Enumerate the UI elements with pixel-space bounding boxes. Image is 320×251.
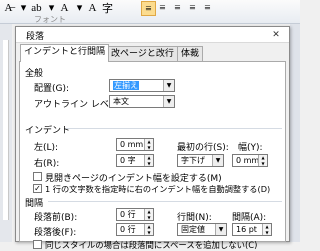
indent-left-value: 0 mm: [120, 140, 144, 149]
spin-arrows-icon[interactable]: ▲ ▼: [144, 155, 153, 166]
general-heading: 全般: [25, 69, 44, 79]
tab-line-page-breaks[interactable]: 改ページと改行: [107, 46, 178, 61]
align-right-icon[interactable]: ≡: [171, 1, 184, 14]
indent-divider: [66, 128, 282, 129]
highlight-dropdown-icon[interactable]: ▾: [45, 1, 58, 14]
spacing-at-label: 間隔(A):: [232, 213, 267, 223]
spin-arrows-icon[interactable]: ▲ ▼: [144, 209, 153, 220]
first-line-select[interactable]: 字下げ ▼: [177, 154, 224, 167]
outline-level-value: 本文: [113, 97, 129, 106]
alignment-value: 左揃え: [113, 81, 139, 90]
spacing-heading: 間隔: [25, 199, 44, 209]
indent-left-label: 左(L):: [34, 143, 59, 153]
spin-arrows-icon[interactable]: ▲ ▼: [258, 155, 267, 166]
line-spacing-select[interactable]: 固定値 ▼: [177, 223, 227, 236]
tab-panel: 全般 配置(G): 左揃え ▼ アウトライン レベル(O): 本文 ▼ インデン…: [19, 61, 286, 250]
indent-width-label: 幅(Y):: [238, 143, 263, 153]
document-background: [290, 24, 300, 242]
dialog-title: 段落: [26, 32, 45, 42]
clear-format-icon[interactable]: A̶: [2, 1, 15, 14]
auto-adjust-checkbox[interactable]: ✓: [33, 184, 42, 193]
space-before-value: 0 行: [120, 210, 136, 219]
font-group-label: フォント: [34, 15, 66, 24]
outline-level-select[interactable]: 本文 ▼: [109, 95, 175, 108]
tab-indents-spacing[interactable]: インデントと行間隔: [20, 44, 110, 62]
indent-width-value: 0 mm: [236, 156, 260, 165]
spacing-at-stepper[interactable]: 16 pt ▲ ▼: [232, 223, 272, 236]
indent-right-label: 右(R):: [34, 159, 60, 169]
close-icon[interactable]: ✕: [269, 29, 283, 41]
spacing-at-value: 16 pt: [236, 225, 257, 234]
align-center-icon[interactable]: ≡: [156, 1, 169, 14]
indent-right-stepper[interactable]: 0 字 ▲ ▼: [116, 154, 154, 167]
align-left-icon[interactable]: ≡: [141, 1, 156, 16]
highlight-icon[interactable]: ab: [30, 1, 43, 14]
space-after-label: 段落後(F):: [34, 228, 77, 238]
spin-arrows-icon[interactable]: ▲ ▼: [144, 224, 153, 235]
space-after-value: 0 行: [120, 225, 136, 234]
auto-adjust-label: 1 行の文字数を指定時に右のインデント幅を自動調整する(D): [45, 184, 271, 194]
line-spacing-label: 行間(N):: [177, 213, 212, 223]
same-style-label: 同じスタイルの場合は段落間にスペースを追加しない(C): [45, 240, 258, 250]
distributed-icon[interactable]: ≡: [201, 1, 214, 14]
spin-arrows-icon[interactable]: ▲ ▼: [144, 139, 153, 150]
justify-icon[interactable]: ≡: [186, 1, 199, 14]
dialog-title-bar[interactable]: 段落 ✕: [16, 27, 289, 43]
chevron-down-icon: ▼: [163, 96, 174, 107]
indent-heading: インデント: [25, 126, 71, 136]
space-after-stepper[interactable]: 0 行 ▲ ▼: [116, 223, 154, 236]
paragraph-dialog: 段落 ✕ インデントと行間隔 改ページと改行 体裁 全般 配置(G): 左揃え …: [15, 26, 290, 250]
first-line-value: 字下げ: [181, 156, 205, 165]
font-color-dropdown-icon[interactable]: ▾: [17, 1, 30, 14]
font-color-dropdown2-icon[interactable]: ▾: [73, 1, 86, 14]
ribbon: A̶ ▾ ab ▾ A ▾ A 字 ≡ ≡ ≡ ≡ ≡ フォント: [0, 0, 300, 24]
vertical-ruler: [3, 40, 9, 220]
space-before-label: 段落前(B):: [34, 213, 78, 223]
space-before-stepper[interactable]: 0 行 ▲ ▼: [116, 208, 154, 221]
enclosed-char-icon[interactable]: 字: [101, 1, 114, 15]
char-shading-icon[interactable]: A: [86, 1, 99, 14]
spacing-divider: [48, 201, 282, 202]
indent-right-value: 0 字: [120, 156, 136, 165]
first-line-label: 最初の行(S):: [177, 143, 229, 153]
alignment-select[interactable]: 左揃え ▼: [109, 79, 175, 92]
line-spacing-value: 固定値: [181, 225, 205, 234]
tab-asian-typography[interactable]: 体裁: [177, 46, 204, 61]
mirror-indents-checkbox[interactable]: [33, 172, 42, 181]
indent-left-stepper[interactable]: 0 mm ▲ ▼: [116, 138, 154, 151]
chevron-down-icon: ▼: [163, 80, 174, 91]
indent-width-stepper[interactable]: 0 mm ▲ ▼: [232, 154, 268, 167]
alignment-label: 配置(G):: [34, 84, 70, 94]
spin-arrows-icon[interactable]: ▲ ▼: [262, 224, 271, 235]
checkmark-icon: ✓: [34, 184, 41, 193]
font-color-icon[interactable]: A: [58, 1, 71, 14]
same-style-checkbox[interactable]: [33, 240, 42, 249]
chevron-down-icon: ▼: [212, 155, 223, 166]
chevron-down-icon: ▼: [215, 224, 226, 235]
